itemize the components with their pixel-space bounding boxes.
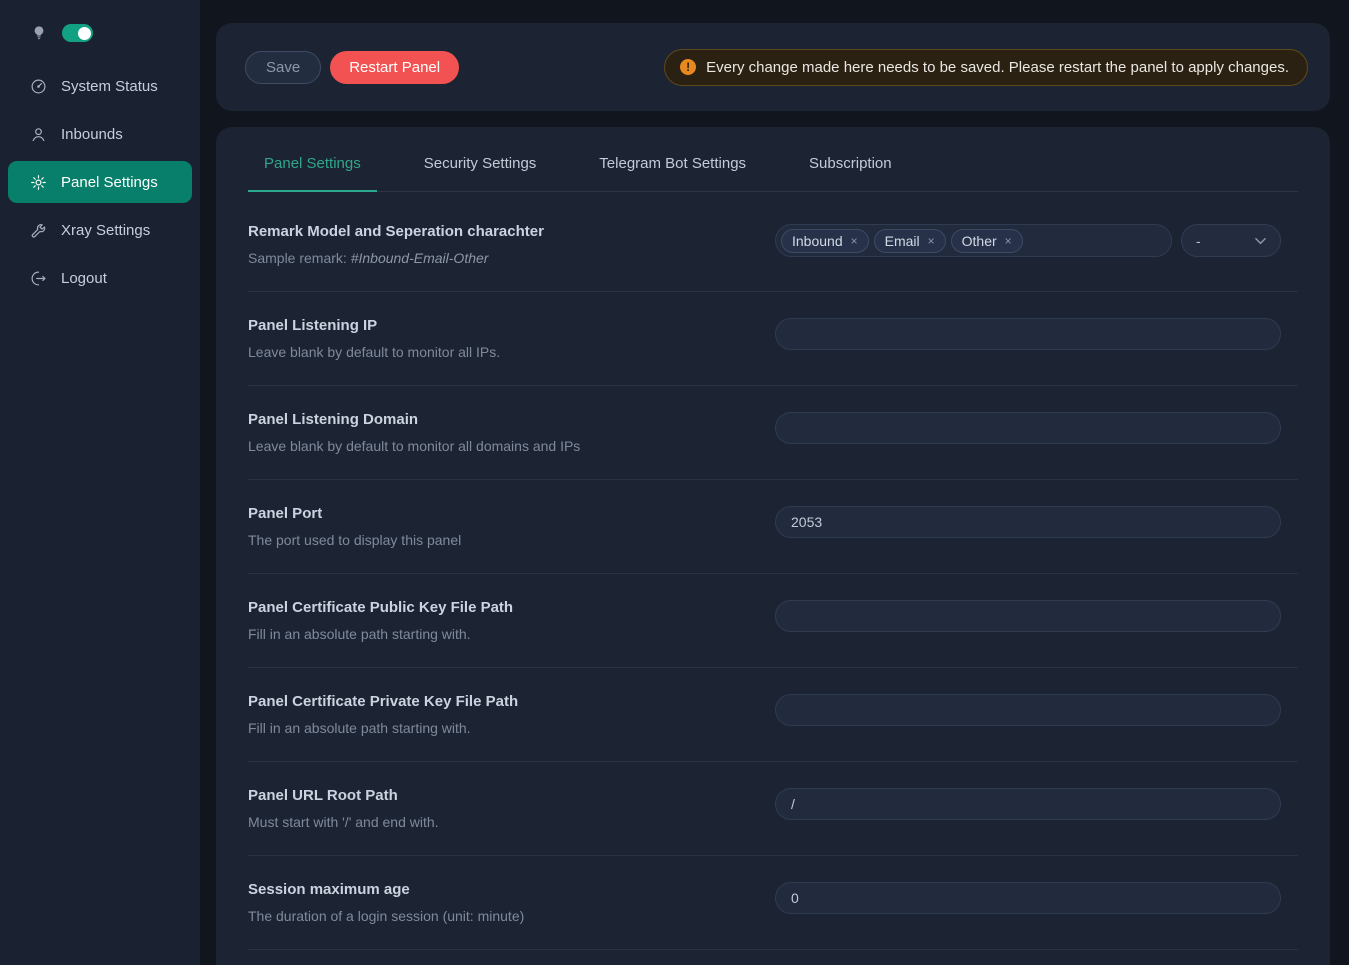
settings-card: Panel Settings Security Settings Telegra… — [216, 127, 1330, 965]
field-hint: Fill in an absolute path starting with. — [248, 626, 513, 642]
form-row-partial — [248, 950, 1298, 965]
form-row-cert-public-key: Panel Certificate Public Key File Path F… — [248, 574, 1298, 668]
field-hint: Sample remark: #Inbound-Email-Other — [248, 250, 544, 266]
dark-mode-toggle[interactable] — [62, 24, 93, 42]
main-area: Save Restart Panel ! Every change made h… — [200, 0, 1349, 965]
form-row-remark-model: Remark Model and Seperation charachter S… — [248, 192, 1298, 292]
tag-chip: Email × — [874, 229, 946, 253]
tag-remove-icon[interactable]: × — [851, 235, 858, 247]
field-hint: The duration of a login session (unit: m… — [248, 908, 524, 924]
form-row-session-max-age: Session maximum age The duration of a lo… — [248, 856, 1298, 950]
save-button[interactable]: Save — [245, 51, 321, 84]
logout-icon — [30, 270, 47, 287]
toolbar-card: Save Restart Panel ! Every change made h… — [216, 23, 1330, 111]
tag-chip: Inbound × — [781, 229, 869, 253]
sidebar: System Status Inbounds Panel Settings Xr… — [0, 0, 200, 965]
lightbulb-icon — [31, 25, 47, 41]
chevron-down-icon — [1255, 237, 1266, 245]
listening-ip-input[interactable] — [775, 318, 1281, 350]
sidebar-item-label: Inbounds — [61, 126, 123, 143]
form-row-listening-domain: Panel Listening Domain Leave blank by de… — [248, 386, 1298, 480]
field-label: Session maximum age — [248, 881, 524, 898]
sidebar-item-label: Logout — [61, 270, 107, 287]
separator-select-value: - — [1196, 233, 1201, 249]
field-hint: Leave blank by default to monitor all do… — [248, 438, 580, 454]
field-label: Panel Certificate Public Key File Path — [248, 599, 513, 616]
field-label: Panel URL Root Path — [248, 787, 439, 804]
field-label: Panel Listening IP — [248, 317, 500, 334]
separator-select[interactable]: - — [1181, 224, 1281, 257]
theme-toggle-row — [0, 17, 200, 49]
sidebar-item-inbounds[interactable]: Inbounds — [8, 113, 192, 155]
user-icon — [30, 126, 47, 143]
form-row-panel-port: Panel Port The port used to display this… — [248, 480, 1298, 574]
tab-telegram-bot-settings[interactable]: Telegram Bot Settings — [583, 141, 762, 192]
cert-private-key-input[interactable] — [775, 694, 1281, 726]
tab-security-settings[interactable]: Security Settings — [408, 141, 553, 192]
gear-icon — [30, 174, 47, 191]
cert-public-key-input[interactable] — [775, 600, 1281, 632]
field-hint: Must start with '/' and end with. — [248, 814, 439, 830]
field-hint: Fill in an absolute path starting with. — [248, 720, 518, 736]
sidebar-item-label: Panel Settings — [61, 174, 158, 191]
field-label: Remark Model and Seperation charachter — [248, 223, 544, 240]
tab-panel-settings[interactable]: Panel Settings — [248, 141, 377, 192]
alert-text: Every change made here needs to be saved… — [706, 59, 1289, 76]
form-row-cert-private-key: Panel Certificate Private Key File Path … — [248, 668, 1298, 762]
tag-remove-icon[interactable]: × — [1005, 235, 1012, 247]
field-label: Panel Listening Domain — [248, 411, 580, 428]
sidebar-item-logout[interactable]: Logout — [8, 257, 192, 299]
settings-tabs: Panel Settings Security Settings Telegra… — [248, 141, 1298, 192]
next-setting-input[interactable] — [775, 882, 1281, 914]
alert-banner: ! Every change made here needs to be sav… — [664, 49, 1308, 86]
url-root-path-input[interactable] — [775, 788, 1281, 820]
field-label: Panel Certificate Private Key File Path — [248, 693, 518, 710]
tag-remove-icon[interactable]: × — [928, 235, 935, 247]
field-hint: Leave blank by default to monitor all IP… — [248, 344, 500, 360]
restart-panel-button[interactable]: Restart Panel — [330, 51, 459, 84]
dashboard-icon — [30, 78, 47, 95]
sidebar-item-system-status[interactable]: System Status — [8, 65, 192, 107]
wrench-icon — [30, 222, 47, 239]
tab-subscription[interactable]: Subscription — [793, 141, 908, 192]
tag-chip: Other × — [951, 229, 1023, 253]
form-row-url-root-path: Panel URL Root Path Must start with '/' … — [248, 762, 1298, 856]
field-hint: The port used to display this panel — [248, 532, 461, 548]
sidebar-item-label: Xray Settings — [61, 222, 150, 239]
sidebar-item-panel-settings[interactable]: Panel Settings — [8, 161, 192, 203]
sidebar-item-label: System Status — [61, 78, 158, 95]
panel-port-input[interactable] — [775, 506, 1281, 538]
field-label: Panel Port — [248, 505, 461, 522]
listening-domain-input[interactable] — [775, 412, 1281, 444]
warning-icon: ! — [680, 59, 696, 75]
sidebar-item-xray-settings[interactable]: Xray Settings — [8, 209, 192, 251]
remark-tags-input[interactable]: Inbound × Email × Other × — [775, 224, 1172, 257]
form-row-listening-ip: Panel Listening IP Leave blank by defaul… — [248, 292, 1298, 386]
